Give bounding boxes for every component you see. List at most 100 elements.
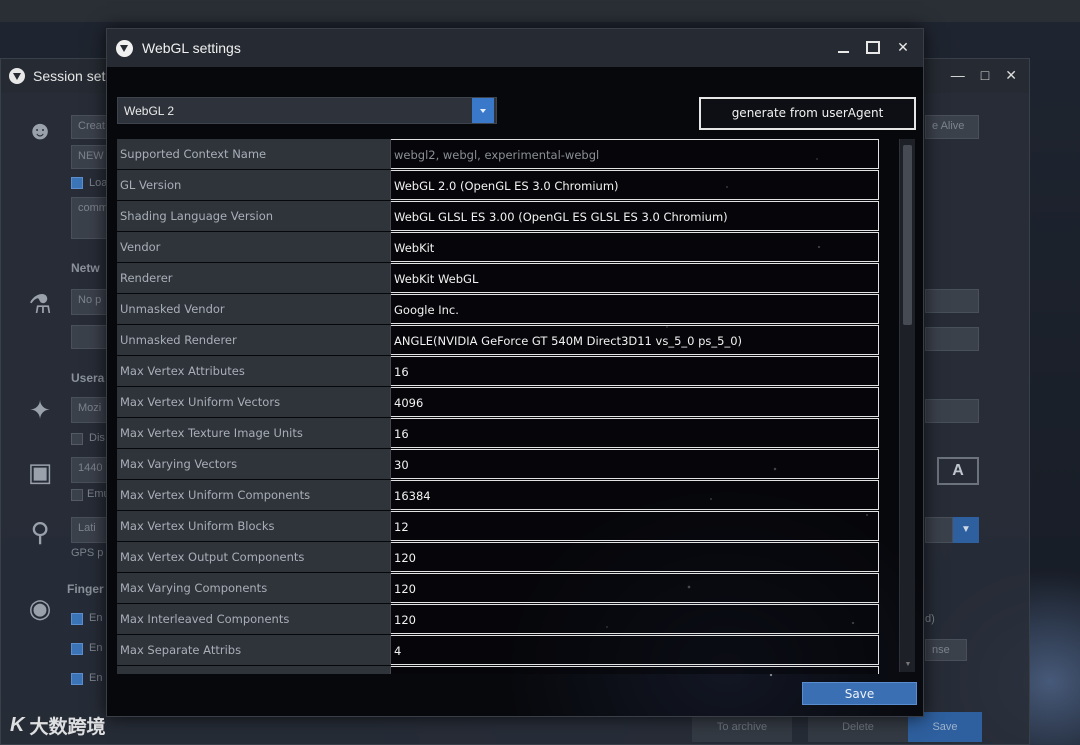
param-value-field[interactable]: 30 <box>391 449 879 479</box>
dropdown-arrow-icon[interactable]: ▼ <box>953 517 979 543</box>
param-value-field[interactable]: 4 <box>391 635 879 665</box>
right-field-1[interactable] <box>925 289 979 313</box>
font-icon[interactable]: A <box>937 457 979 485</box>
param-row: Max Separate Attribs 4 <box>117 635 879 665</box>
param-row: Max Interleaved Components 120 <box>117 604 879 634</box>
scroll-down-icon[interactable]: ▼ <box>903 661 913 669</box>
proxy-field[interactable] <box>71 325 107 349</box>
app-logo-icon <box>9 68 25 84</box>
param-value-field[interactable]: Google Inc. <box>391 294 879 324</box>
param-row: Vendor WebKit <box>117 232 879 262</box>
right-small-field[interactable]: nse <box>925 639 967 661</box>
right-select[interactable] <box>925 517 953 543</box>
desktop-top-bar <box>0 0 1080 22</box>
param-value-field[interactable]: webgl2, webgl, experimental-webgl <box>391 139 879 169</box>
param-row: Renderer WebKit WebGL <box>117 263 879 293</box>
param-row: Max Varying Components 120 <box>117 573 879 603</box>
param-name: Shading Language Version <box>117 201 391 231</box>
webgl-settings-dialog: WebGL settings ✕ WebGL 2 generate from u… <box>106 28 924 717</box>
keep-alive-field[interactable]: e Alive <box>925 115 979 139</box>
param-row: Max Varying Vectors 30 <box>117 449 879 479</box>
param-value-field[interactable]: WebGL 2.0 (OpenGL ES 3.0 Chromium) <box>391 170 879 200</box>
param-name: Unmasked Vendor <box>117 294 391 324</box>
close-icon[interactable]: ✕ <box>1005 67 1017 84</box>
param-name: Max Varying Components <box>117 573 391 603</box>
param-name: Supported Context Name <box>117 139 391 169</box>
right-field-2[interactable] <box>925 327 979 351</box>
scrollbar-thumb[interactable] <box>903 145 912 325</box>
name-field[interactable]: NEW <box>71 145 107 169</box>
disable-checkbox[interactable] <box>71 433 83 445</box>
param-value-field[interactable]: 16 <box>391 418 879 448</box>
maximize-icon[interactable]: □ <box>981 67 989 84</box>
emulate-checkbox[interactable] <box>71 489 83 501</box>
profile-icon: ☻ <box>26 115 54 145</box>
minimize-icon[interactable]: — <box>951 67 965 84</box>
fingerprint-icon: ◉ <box>28 593 52 623</box>
fingerprint-label: Finger <box>67 582 104 596</box>
param-name: Max Interleaved Components <box>117 604 391 634</box>
param-value-field[interactable]: WebKit <box>391 232 879 262</box>
watermark-text: 大数跨境 <box>29 717 106 738</box>
enable-checkbox-1[interactable] <box>71 613 83 625</box>
close-icon[interactable]: ✕ <box>895 38 911 56</box>
param-name: Max Vertex Output Components <box>117 542 391 572</box>
table-scrollbar[interactable]: ▼ <box>899 139 915 672</box>
save-button[interactable]: Save <box>802 682 917 705</box>
param-value-field[interactable]: 4096 <box>391 387 879 417</box>
enable-label-3: En <box>89 672 103 684</box>
param-name: Renderer <box>117 263 391 293</box>
param-value-field[interactable]: 120 <box>391 604 879 634</box>
proxy-select[interactable]: No p <box>71 289 107 315</box>
param-value-field[interactable]: 120 <box>391 573 879 603</box>
param-row: Unmasked Renderer ANGLE(NVIDIA GeForce GT… <box>117 325 879 355</box>
param-row: Max Vertex Attributes 16 <box>117 356 879 386</box>
chevron-down-icon[interactable] <box>472 98 494 123</box>
param-value-field[interactable] <box>391 666 879 674</box>
useragent-field[interactable]: Mozi <box>71 397 107 423</box>
param-value-field[interactable]: 16 <box>391 356 879 386</box>
param-name: Max Vertex Texture Image Units <box>117 418 391 448</box>
app-logo-icon <box>116 39 133 57</box>
webgl-params-table: Supported Context Name webgl2, webgl, exp… <box>117 139 917 674</box>
watermark: K 大数跨境 <box>10 712 105 739</box>
param-row: Max Vertex Output Components 120 <box>117 542 879 572</box>
session-window-controls: — □ ✕ <box>951 67 1017 84</box>
resolution-field[interactable]: 1440 <box>71 457 107 483</box>
param-row: Max Vertex Uniform Components 16384 <box>117 480 879 510</box>
enable-checkbox-2[interactable] <box>71 643 83 655</box>
compass-icon: ✦ <box>29 395 51 425</box>
param-row: Max Vertex Texture Image Units 16 <box>117 418 879 448</box>
minimize-icon[interactable] <box>835 38 851 56</box>
generate-from-useragent-button[interactable]: generate from userAgent <box>699 97 916 130</box>
right-field-3[interactable] <box>925 399 979 423</box>
enable-label-1: En <box>89 612 103 624</box>
create-field[interactable]: Creat <box>71 115 107 139</box>
load-checkbox[interactable] <box>71 177 83 189</box>
param-value-field[interactable]: 12 <box>391 511 879 541</box>
latitude-field[interactable]: Lati <box>71 517 107 543</box>
webgl-version-select[interactable]: WebGL 2 <box>117 97 497 124</box>
gps-label: GPS p <box>71 547 104 559</box>
watermark-logo: K <box>10 714 24 736</box>
param-name: Max Varying Vectors <box>117 449 391 479</box>
param-value-field[interactable]: WebGL GLSL ES 3.00 (OpenGL ES GLSL ES 3.… <box>391 201 879 231</box>
load-label: Loa <box>89 177 108 189</box>
param-name: Max Vertex Uniform Vectors <box>117 387 391 417</box>
maximize-icon[interactable] <box>865 38 881 56</box>
param-name: Vendor <box>117 232 391 262</box>
right-small-label: d) <box>925 613 935 625</box>
dialog-window-controls: ✕ <box>835 38 911 56</box>
dialog-title: WebGL settings <box>142 40 241 56</box>
param-value-field[interactable]: 120 <box>391 542 879 572</box>
session-settings-title: Session set <box>33 68 106 84</box>
param-row: Shading Language Version WebGL GLSL ES 3.… <box>117 201 879 231</box>
param-row <box>117 666 879 674</box>
param-value-field[interactable]: 16384 <box>391 480 879 510</box>
comment-field[interactable]: comm <box>71 197 107 239</box>
param-row: Supported Context Name webgl2, webgl, exp… <box>117 139 879 169</box>
param-value-field[interactable]: ANGLE(NVIDIA GeForce GT 540M Direct3D11 … <box>391 325 879 355</box>
monitor-icon: ▣ <box>27 457 53 487</box>
enable-checkbox-3[interactable] <box>71 673 83 685</box>
param-value-field[interactable]: WebKit WebGL <box>391 263 879 293</box>
